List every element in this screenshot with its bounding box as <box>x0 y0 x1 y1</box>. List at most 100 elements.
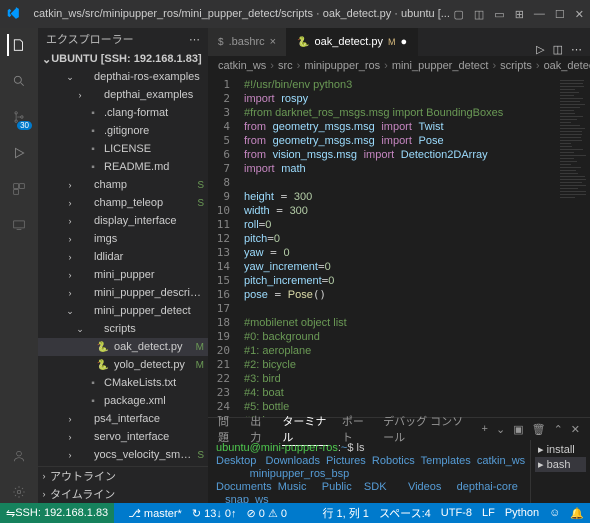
file-item[interactable]: ▪.clang-format <box>38 104 208 122</box>
file-icon: ▪ <box>86 378 100 389</box>
eol[interactable]: LF <box>482 507 495 519</box>
minimize-icon[interactable]: — <box>534 8 545 20</box>
sidebar-title: エクスプローラー <box>46 31 134 47</box>
feedback-icon[interactable]: ☺ <box>549 507 560 519</box>
folder-item[interactable]: ›depthai_examples <box>38 86 208 104</box>
file-item[interactable]: 🐍oak_detect.pyM <box>38 338 208 356</box>
workspace-root[interactable]: ⌄UBUNTU [SSH: 192.168.1.83] <box>38 50 208 68</box>
maximize-panel-icon[interactable]: ▣ <box>513 423 523 436</box>
kill-terminal-icon[interactable]: 🗑 <box>532 423 546 436</box>
file-icon: ▪ <box>86 126 100 137</box>
terminal-split-icon[interactable]: ⌄ <box>496 423 505 436</box>
vscode-logo-icon <box>6 6 22 22</box>
gear-icon[interactable] <box>8 481 30 503</box>
editor-group: $.bashrc×🐍oak_detect.pyM● ▷ ◫ ⋯ catkin_ws›s… <box>208 28 590 503</box>
editor-tabs: $.bashrc×🐍oak_detect.pyM● ▷ ◫ ⋯ <box>208 28 590 56</box>
dirty-icon: ● <box>401 36 408 48</box>
folder-item[interactable]: ›mini_pupper <box>38 266 208 284</box>
folder-item[interactable]: ⌄depthai-ros-examples <box>38 68 208 86</box>
git-branch[interactable]: ⎇ master* <box>128 507 182 520</box>
folder-item[interactable]: ›servo_interface <box>38 428 208 446</box>
timeline-section[interactable]: ›タイムライン <box>38 485 208 503</box>
file-item[interactable]: ▪LICENSE <box>38 140 208 158</box>
remote-indicator[interactable]: ⇋ SSH: 192.168.1.83 <box>0 503 114 523</box>
file-item[interactable]: ▪.gitignore <box>38 122 208 140</box>
file-icon: 🐍 <box>297 37 309 48</box>
terminal[interactable]: ubuntu@mini-pupper-ros:~$ ls Desktop Dow… <box>208 440 530 503</box>
titlebar: catkin_ws/src/minipupper_ros/mini_pupper… <box>0 0 590 28</box>
panel: 問題出力ターミナルポートデバッグ コンソール+⌄▣🗑⌃✕ ubuntu@mini… <box>208 417 590 503</box>
language-mode[interactable]: Python <box>505 507 539 519</box>
bell-icon[interactable]: 🔔 <box>570 507 584 520</box>
editor-tab[interactable]: $.bashrc× <box>208 28 287 56</box>
folder-item[interactable]: ⌄mini_pupper_detect <box>38 302 208 320</box>
extensions-icon[interactable] <box>8 178 30 200</box>
encoding[interactable]: UTF-8 <box>441 507 472 519</box>
sidebar: エクスプローラー ⋯ ⌄UBUNTU [SSH: 192.168.1.83] ⌄… <box>38 28 208 503</box>
breadcrumb-item[interactable]: catkin_ws <box>218 60 266 72</box>
remote-explorer-icon[interactable] <box>8 214 30 236</box>
minimap[interactable] <box>558 76 590 417</box>
breadcrumb[interactable]: catkin_ws›src›minipupper_ros›mini_pupper… <box>208 56 590 76</box>
file-icon: ▪ <box>86 396 100 407</box>
chevron-up-icon[interactable]: ⌃ <box>554 423 563 436</box>
account-icon[interactable] <box>8 445 30 467</box>
folder-item[interactable]: ›champ_teleopS <box>38 194 208 212</box>
status-bar: ⇋ SSH: 192.168.1.83 ⎇ master* ↻ 13↓ 0↑ ⊘… <box>0 503 590 523</box>
close-tab-icon[interactable]: × <box>270 36 276 48</box>
sidebar-more-icon[interactable]: ⋯ <box>189 33 200 46</box>
editor-tab[interactable]: 🐍oak_detect.pyM● <box>287 28 418 56</box>
terminal-sessions: ▸ install▸ bash <box>530 440 590 503</box>
file-icon: $ <box>218 37 224 48</box>
line-gutter: 1234567891011121314151617181920212223242… <box>208 76 236 417</box>
more-icon[interactable]: ⋯ <box>571 43 582 56</box>
folder-item[interactable]: ›imgs <box>38 230 208 248</box>
explorer-icon[interactable] <box>7 34 29 56</box>
split-editor-icon[interactable]: ◫ <box>474 8 484 21</box>
folder-item[interactable]: ›ps4_interface <box>38 410 208 428</box>
breadcrumb-item[interactable]: oak_detect.py <box>544 60 590 72</box>
file-icon: 🐍 <box>96 360 110 371</box>
breadcrumb-item[interactable]: minipupper_ros <box>304 60 380 72</box>
split-icon[interactable]: ◫ <box>553 43 563 56</box>
folder-item[interactable]: ›ldlidar <box>38 248 208 266</box>
search-icon[interactable] <box>8 70 30 92</box>
file-icon: ▪ <box>86 108 100 119</box>
indent-setting[interactable]: スペース:4 <box>379 505 431 521</box>
folder-item[interactable]: ›display_interface <box>38 212 208 230</box>
layout-toggle-icon[interactable]: ▢ <box>453 8 463 21</box>
file-item[interactable]: ▪README.md <box>38 158 208 176</box>
breadcrumb-item[interactable]: src <box>278 60 293 72</box>
breadcrumb-item[interactable]: scripts <box>500 60 532 72</box>
close-icon[interactable]: ✕ <box>575 8 584 21</box>
folder-item[interactable]: ›champS <box>38 176 208 194</box>
new-terminal-icon[interactable]: + <box>482 423 488 435</box>
panel-tabs: 問題出力ターミナルポートデバッグ コンソール+⌄▣🗑⌃✕ <box>208 418 590 440</box>
breadcrumb-item[interactable]: mini_pupper_detect <box>392 60 489 72</box>
source-control-icon[interactable]: 30 <box>8 106 30 128</box>
code-editor[interactable]: #!/usr/bin/env python3 import rospy #fro… <box>236 76 558 417</box>
file-icon: ▪ <box>86 162 100 173</box>
file-item[interactable]: ▪package.xml <box>38 392 208 410</box>
layout-panel-icon[interactable]: ▭ <box>494 8 504 21</box>
customize-layout-icon[interactable]: ⊞ <box>515 8 524 21</box>
close-panel-icon[interactable]: ✕ <box>571 423 580 436</box>
file-item[interactable]: ▪CMakeLists.txt <box>38 374 208 392</box>
file-icon: 🐍 <box>96 342 110 353</box>
window-title: catkin_ws/src/minipupper_ros/mini_pupper… <box>30 8 453 20</box>
terminal-session[interactable]: ▸ bash <box>535 457 586 472</box>
run-icon[interactable]: ▷ <box>536 43 544 56</box>
outline-section[interactable]: ›アウトライン <box>38 467 208 485</box>
activity-bar: 30 <box>0 28 38 503</box>
file-tree[interactable]: ⌄depthai-ros-examples›depthai_examples▪.… <box>38 68 208 466</box>
folder-item[interactable]: ⌄scripts <box>38 320 208 338</box>
folder-item[interactable]: ›mini_pupper_description <box>38 284 208 302</box>
folder-item[interactable]: ›yocs_velocity_smootherS <box>38 446 208 464</box>
file-item[interactable]: 🐍yolo_detect.pyM <box>38 356 208 374</box>
git-sync[interactable]: ↻ 13↓ 0↑ <box>192 507 237 520</box>
terminal-session[interactable]: ▸ install <box>535 442 586 457</box>
cursor-position[interactable]: 行 1, 列 1 <box>322 505 368 521</box>
problems-count[interactable]: ⊘ 0 ⚠ 0 <box>247 507 287 520</box>
maximize-icon[interactable]: ☐ <box>555 8 565 21</box>
run-debug-icon[interactable] <box>8 142 30 164</box>
